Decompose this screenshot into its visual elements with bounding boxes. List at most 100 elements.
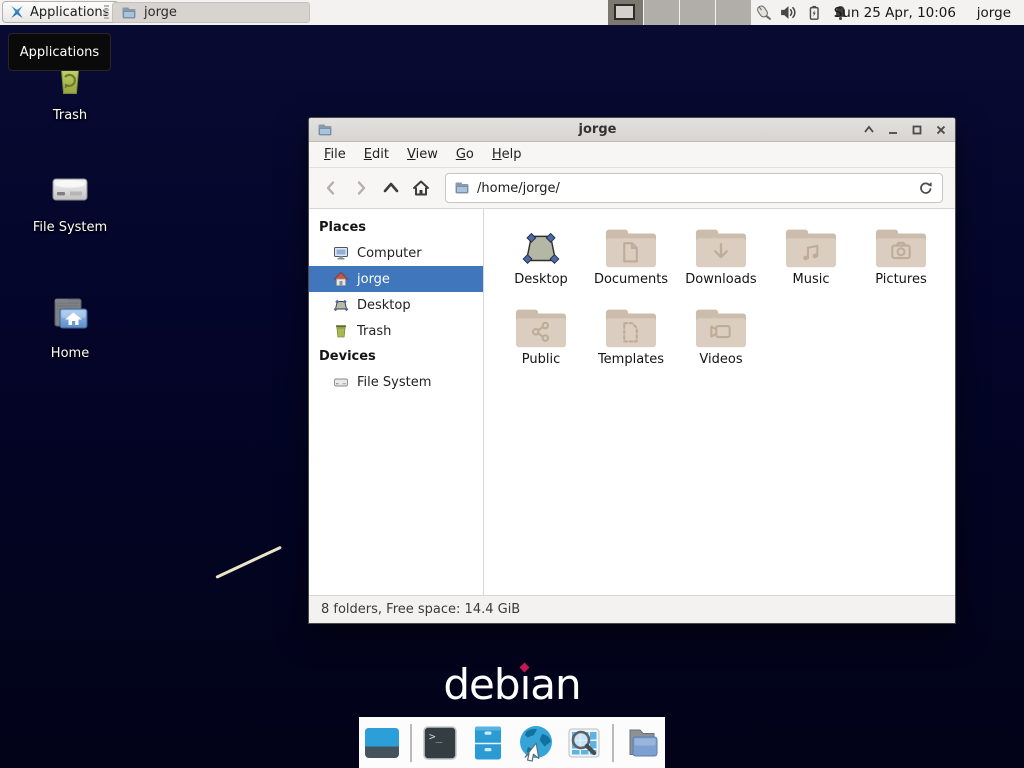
folder-item-public[interactable]: Public	[496, 305, 586, 367]
desktop-icon-label: File System	[33, 220, 107, 235]
application-finder-icon[interactable]	[564, 723, 604, 763]
folder-music-icon	[785, 225, 837, 269]
hard-drive-icon	[46, 164, 94, 214]
file-cabinet-icon[interactable]	[468, 723, 508, 763]
back-button[interactable]	[317, 174, 345, 202]
folder-label: Pictures	[875, 272, 926, 287]
window-folder-icon	[317, 122, 333, 138]
debian-wordmark: debıan	[0, 660, 1024, 709]
folder-documents-icon	[605, 225, 657, 269]
folder-label: Public	[522, 352, 560, 367]
menu-help[interactable]: Help	[483, 144, 531, 165]
clock[interactable]: Sun 25 Apr, 10:06	[834, 0, 956, 25]
panel-grip-handle[interactable]	[104, 5, 109, 20]
desktop-icon-home[interactable]: Home	[22, 290, 118, 361]
sidebar-item-jorge[interactable]: jorge	[309, 266, 483, 292]
folder-item-music[interactable]: Music	[766, 225, 856, 287]
toolbar: /home/jorge/	[309, 168, 955, 209]
desktop-icon	[333, 297, 349, 313]
sidebar-item-label: Trash	[357, 324, 391, 339]
sidebar-item-file-system[interactable]: File System	[309, 369, 483, 395]
sidebar: Places Computer jorge	[309, 209, 484, 595]
folder-videos-icon	[695, 305, 747, 349]
applications-menu-label: Applications	[30, 5, 109, 20]
stray-line-artifact	[215, 546, 282, 579]
statusbar: 8 folders, Free space: 14.4 GiB	[309, 595, 955, 623]
web-browser-icon[interactable]	[516, 723, 556, 763]
folder-label: Documents	[594, 272, 668, 287]
sidebar-item-desktop[interactable]: Desktop	[309, 292, 483, 318]
folder-label: Templates	[598, 352, 664, 367]
workspace-3[interactable]	[680, 0, 715, 25]
svg-text:>_: >_	[429, 730, 443, 743]
menu-go[interactable]: Go	[447, 144, 483, 165]
folder-item-downloads[interactable]: Downloads	[676, 225, 766, 287]
show-desktop-icon[interactable]	[362, 723, 402, 763]
path-bar[interactable]: /home/jorge/	[445, 173, 943, 203]
hard-drive-icon	[333, 374, 349, 390]
user-actions-button[interactable]: jorge	[977, 0, 1011, 25]
minimize-button[interactable]	[886, 123, 899, 136]
sidebar-item-computer[interactable]: Computer	[309, 240, 483, 266]
file-manager-icon[interactable]	[622, 723, 662, 763]
file-manager-window: jorge File Edit View Go Help	[308, 117, 956, 624]
folder-templates-icon	[605, 305, 657, 349]
terminal-icon[interactable]: >_	[420, 723, 460, 763]
folder-item-videos[interactable]: Videos	[676, 305, 766, 367]
folder-icon	[121, 5, 137, 21]
folder-item-documents[interactable]: Documents	[586, 225, 676, 287]
maximize-button[interactable]	[910, 123, 923, 136]
sidebar-item-label: Computer	[357, 246, 422, 261]
home-icon	[333, 271, 349, 287]
folder-label: Desktop	[514, 272, 568, 287]
shade-button[interactable]	[862, 123, 875, 136]
applications-tooltip-text: Applications	[20, 45, 99, 60]
forward-button[interactable]	[347, 174, 375, 202]
menu-file[interactable]: File	[315, 144, 355, 165]
dock: >_	[359, 717, 665, 768]
desktop-icon-file-system[interactable]: File System	[22, 164, 118, 235]
folder-item-desktop[interactable]: Desktop	[496, 225, 586, 287]
sidebar-item-label: jorge	[357, 272, 390, 287]
workspace-4[interactable]	[716, 0, 751, 25]
workspace-switcher	[608, 0, 752, 25]
close-button[interactable]	[934, 123, 947, 136]
file-list-pane[interactable]: Desktop Documents	[484, 209, 955, 595]
home-folder-icon	[46, 290, 94, 340]
workspace-1[interactable]	[608, 0, 643, 25]
menu-view[interactable]: View	[398, 144, 447, 165]
reload-icon[interactable]	[918, 180, 934, 196]
home-button[interactable]	[407, 174, 435, 202]
folder-label: Music	[793, 272, 830, 287]
wordmark-part: an	[530, 660, 580, 709]
menu-edit[interactable]: Edit	[355, 144, 398, 165]
workspace-window-preview	[614, 4, 635, 20]
dock-separator	[612, 724, 614, 762]
applications-menu-button[interactable]: Applications	[2, 1, 119, 23]
sidebar-item-label: Desktop	[357, 298, 411, 313]
desktop-icon-label: Home	[51, 346, 89, 361]
taskbar-window-button[interactable]: jorge	[112, 2, 310, 23]
folder-item-pictures[interactable]: Pictures	[856, 225, 946, 287]
folder-item-templates[interactable]: Templates	[586, 305, 676, 367]
sidebar-item-label: File System	[357, 375, 431, 390]
mouse-icon[interactable]	[752, 3, 772, 22]
applications-tooltip: Applications	[8, 33, 111, 71]
places-header: Places	[309, 215, 483, 240]
volume-icon[interactable]	[778, 3, 798, 22]
xfce-logo-icon	[9, 4, 25, 20]
taskbar-window-label: jorge	[144, 5, 177, 20]
up-button[interactable]	[377, 174, 405, 202]
folder-label: Videos	[699, 352, 742, 367]
titlebar[interactable]: jorge	[309, 118, 955, 142]
trash-icon	[333, 323, 349, 339]
sidebar-item-trash[interactable]: Trash	[309, 318, 483, 344]
folder-public-icon	[515, 305, 567, 349]
wordmark-part: deb	[443, 660, 519, 709]
path-folder-icon	[454, 180, 470, 196]
workspace-2[interactable]	[644, 0, 679, 25]
statusbar-text: 8 folders, Free space: 14.4 GiB	[321, 602, 520, 617]
battery-icon[interactable]	[804, 3, 824, 22]
folder-downloads-icon	[695, 225, 747, 269]
path-text[interactable]: /home/jorge/	[477, 181, 911, 196]
